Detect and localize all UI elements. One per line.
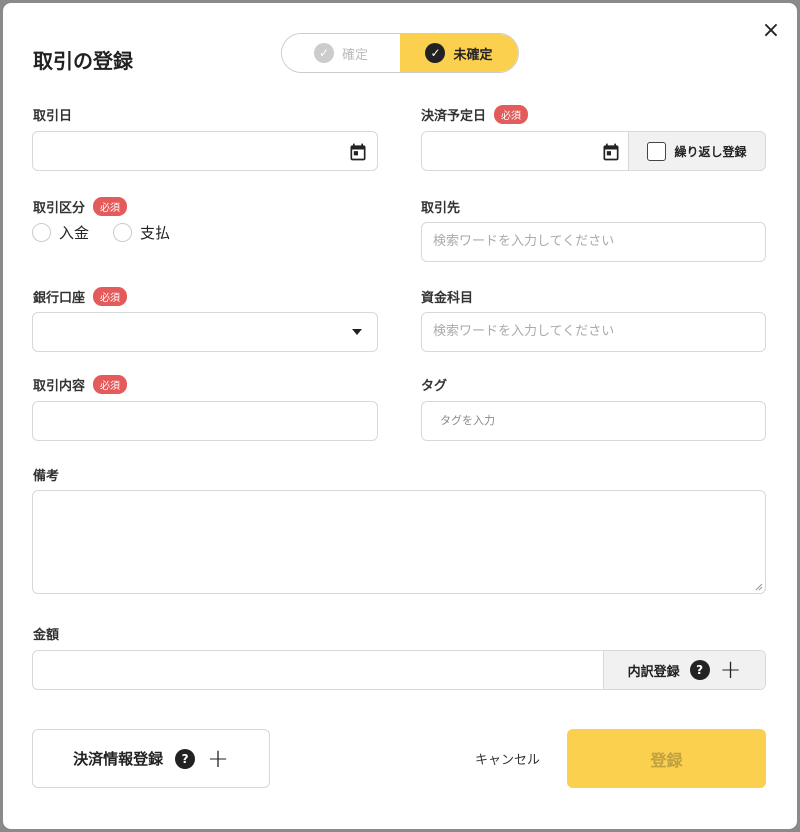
plus-icon: + bbox=[719, 655, 742, 685]
dropdown-arrow-icon[interactable] bbox=[352, 328, 362, 336]
radio-deposit-label: 入金 bbox=[59, 224, 90, 242]
close-icon[interactable]: × bbox=[760, 20, 782, 42]
account-title-label-text: 資金科目 bbox=[421, 291, 474, 306]
breakdown-register-label: 内訳登録 bbox=[627, 664, 680, 680]
repeat-register-label: 繰り返し登録 bbox=[674, 144, 747, 159]
transaction-date-label: 取引日 bbox=[33, 105, 72, 124]
tag-label-text: タグ bbox=[421, 379, 448, 394]
content-input[interactable] bbox=[32, 401, 378, 441]
memo-label: 備考 bbox=[33, 465, 59, 484]
amount-label: 金額 bbox=[33, 624, 59, 643]
radio-circle-icon[interactable] bbox=[32, 223, 51, 242]
radio-payment-label: 支払 bbox=[140, 224, 171, 242]
tag-input[interactable]: タグを入力 bbox=[421, 401, 766, 441]
transaction-date-input[interactable] bbox=[32, 131, 378, 171]
bank-account-label: 銀行口座 必須 bbox=[33, 287, 128, 306]
partner-placeholder: 検索ワードを入力してください bbox=[433, 234, 615, 249]
plus-icon: + bbox=[207, 743, 229, 774]
required-badge: 必須 bbox=[93, 287, 128, 306]
help-icon[interactable]: ? bbox=[175, 748, 196, 769]
help-icon[interactable]: ? bbox=[689, 660, 710, 680]
calendar-icon[interactable] bbox=[348, 142, 368, 162]
transaction-type-label: 取引区分 必須 bbox=[33, 197, 128, 216]
partner-label: 取引先 bbox=[421, 197, 460, 216]
unconfirmed-option[interactable]: ✓ 未確定 bbox=[400, 34, 518, 72]
account-title-placeholder: 検索ワードを入力してください bbox=[433, 324, 615, 339]
unconfirmed-label: 未確定 bbox=[453, 47, 493, 63]
repeat-register-checkbox[interactable]: 繰り返し登録 bbox=[629, 131, 766, 171]
tag-label: タグ bbox=[421, 375, 447, 394]
check-icon: ✓ bbox=[313, 43, 334, 63]
memo-textarea[interactable] bbox=[32, 490, 766, 594]
content-label: 取引内容 必須 bbox=[33, 375, 128, 394]
bank-account-select[interactable] bbox=[32, 312, 378, 352]
tag-placeholder: タグを入力 bbox=[440, 414, 495, 427]
content-label-text: 取引内容 bbox=[33, 379, 86, 394]
modal-title: 取引の登録 bbox=[33, 49, 133, 73]
amount-input[interactable]: 内訳登録 ? + bbox=[32, 650, 766, 690]
transaction-date-label-text: 取引日 bbox=[33, 109, 73, 124]
check-icon: ✓ bbox=[425, 43, 446, 63]
radio-payment[interactable]: 支払 bbox=[113, 222, 170, 243]
settlement-date-label-text: 決済予定日 bbox=[421, 109, 487, 124]
settlement-info-label: 決済情報登録 bbox=[73, 750, 164, 768]
resize-handle-icon[interactable] bbox=[755, 583, 763, 591]
breakdown-register-button[interactable]: 内訳登録 ? + bbox=[603, 651, 765, 689]
required-badge: 必須 bbox=[494, 105, 529, 124]
cancel-button[interactable]: キャンセル bbox=[475, 749, 540, 768]
memo-label-text: 備考 bbox=[33, 469, 60, 484]
confirmed-label: 確定 bbox=[341, 47, 368, 63]
confirmed-option[interactable]: ✓ 確定 bbox=[282, 34, 400, 72]
account-title-input[interactable]: 検索ワードを入力してください bbox=[421, 312, 766, 352]
settlement-info-register-button[interactable]: 決済情報登録 ? + bbox=[32, 729, 270, 788]
calendar-icon[interactable] bbox=[601, 142, 621, 162]
transaction-type-radios: 入金 支払 bbox=[32, 222, 170, 243]
required-badge: 必須 bbox=[93, 197, 128, 216]
settlement-date-input[interactable] bbox=[421, 131, 629, 171]
partner-label-text: 取引先 bbox=[421, 201, 461, 216]
radio-deposit[interactable]: 入金 bbox=[32, 222, 89, 243]
radio-circle-icon[interactable] bbox=[113, 223, 133, 242]
transaction-type-label-text: 取引区分 bbox=[33, 201, 86, 216]
checkbox-icon[interactable] bbox=[647, 141, 667, 161]
partner-input[interactable]: 検索ワードを入力してください bbox=[421, 222, 766, 262]
amount-label-text: 金額 bbox=[33, 628, 60, 643]
status-toggle: ✓ 確定 ✓ 未確定 bbox=[281, 33, 519, 73]
transaction-register-modal: 取引の登録 × ✓ 確定 ✓ 未確定 取引日 決済予定日 必須 繰り返し登録 取 bbox=[3, 3, 797, 829]
settlement-date-label: 決済予定日 必須 bbox=[421, 105, 529, 124]
submit-button[interactable]: 登録 bbox=[567, 729, 766, 788]
bank-account-label-text: 銀行口座 bbox=[33, 291, 86, 306]
required-badge: 必須 bbox=[93, 375, 128, 394]
account-title-label: 資金科目 bbox=[421, 287, 473, 306]
